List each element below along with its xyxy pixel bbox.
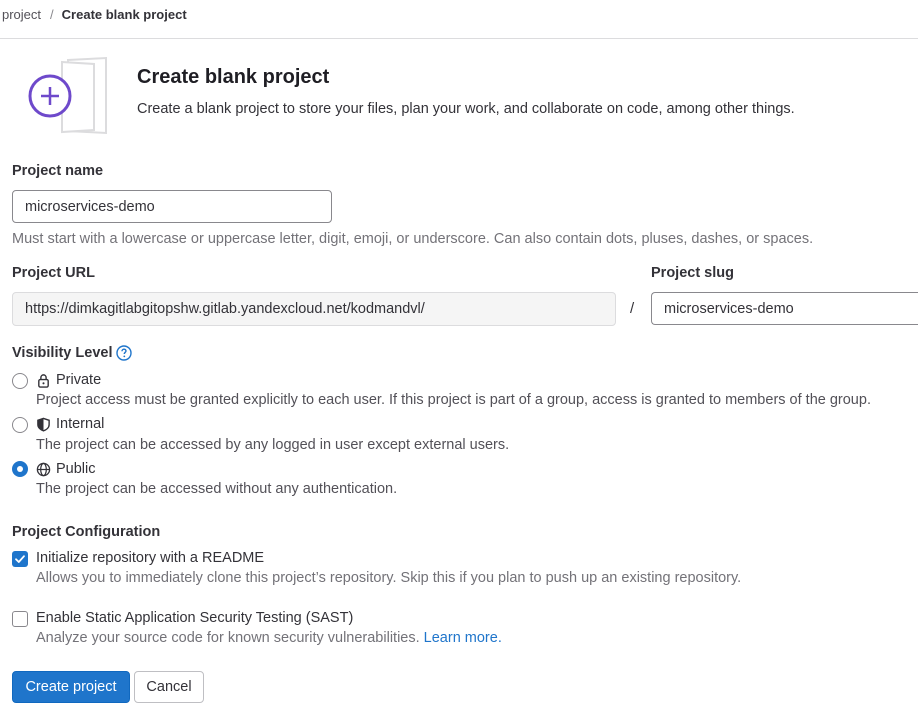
shield-icon [37, 417, 50, 432]
visibility-private-option[interactable]: Private [36, 372, 101, 388]
page-description: Create a blank project to store your fil… [137, 101, 795, 117]
breadcrumb-parent-link[interactable]: project [2, 7, 41, 22]
checkmark-icon [15, 555, 25, 563]
sast-label[interactable]: Enable Static Application Security Testi… [36, 610, 353, 626]
visibility-public-description: The project can be accessed without any … [36, 481, 398, 497]
project-name-input[interactable]: microservices-demo [12, 190, 332, 223]
visibility-internal-option[interactable]: Internal [36, 416, 104, 432]
cancel-button[interactable]: Cancel [134, 671, 204, 703]
sast-description: Analyze your source code for known secur… [36, 630, 420, 646]
visibility-internal-label: Internal [56, 416, 105, 432]
project-name-help: Must start with a lowercase or uppercase… [12, 231, 814, 247]
question-circle-icon[interactable] [116, 345, 133, 361]
project-url-label: Project URL [12, 265, 95, 281]
blank-project-illustration [28, 56, 107, 135]
project-slug-input[interactable]: microservices-demo [651, 292, 918, 325]
page-title: Create blank project [137, 66, 330, 88]
breadcrumb: project / Create blank project [2, 7, 187, 22]
readme-description: Allows you to immediately clone this pro… [36, 570, 742, 586]
visibility-label: Visibility Level [12, 345, 113, 361]
lock-icon [38, 373, 49, 388]
breadcrumb-current: Create blank project [61, 7, 187, 22]
breadcrumb-separator: / [50, 7, 54, 22]
visibility-private-description: Project access must be granted explicitl… [36, 392, 871, 408]
visibility-public-radio[interactable] [12, 461, 28, 477]
project-name-label: Project name [12, 163, 104, 179]
readme-label[interactable]: Initialize repository with a README [36, 550, 264, 566]
sast-checkbox[interactable] [12, 611, 28, 627]
visibility-public-label: Public [56, 461, 96, 477]
header-divider [0, 38, 918, 39]
visibility-private-radio[interactable] [12, 373, 28, 389]
visibility-internal-description: The project can be accessed by any logge… [36, 437, 510, 453]
learn-more-link[interactable]: Learn more. [424, 630, 502, 646]
visibility-public-option[interactable]: Public [36, 461, 96, 477]
url-slug-separator: / [630, 300, 635, 317]
globe-icon [36, 462, 51, 476]
readme-checkbox[interactable] [12, 551, 28, 567]
sast-description-wrap: Analyze your source code for known secur… [36, 630, 502, 646]
visibility-internal-radio[interactable] [12, 417, 28, 433]
create-project-button[interactable]: Create project [12, 671, 130, 703]
project-url-input[interactable]: https://dimkagitlabgitopshw.gitlab.yande… [12, 292, 616, 326]
project-slug-label: Project slug [651, 265, 734, 281]
visibility-heading: Visibility Level [12, 345, 133, 361]
project-configuration-label: Project Configuration [12, 524, 161, 540]
visibility-private-label: Private [56, 372, 102, 388]
